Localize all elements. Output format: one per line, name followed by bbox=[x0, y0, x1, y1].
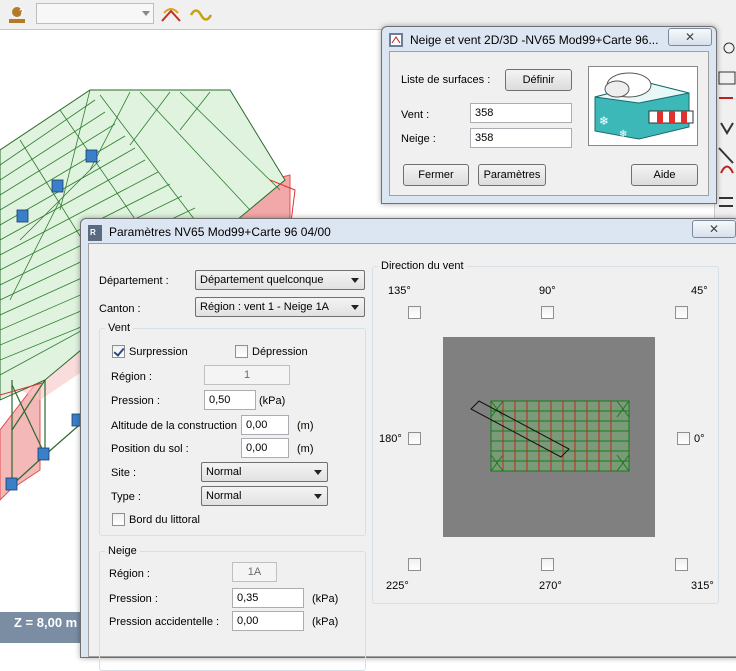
snow-pressure-field[interactable]: 0,35 bbox=[232, 588, 304, 608]
dir-315-checkbox[interactable] bbox=[675, 558, 688, 571]
dir-270-label: 270° bbox=[539, 580, 562, 592]
dir-135-checkbox[interactable] bbox=[408, 306, 421, 319]
surpression-checkbox[interactable] bbox=[112, 345, 125, 358]
chevron-down-icon bbox=[314, 494, 322, 499]
dir-270-checkbox[interactable] bbox=[541, 558, 554, 571]
window-body: Département : Département quelconque Can… bbox=[88, 243, 736, 671]
wind-region-field: 1 bbox=[204, 365, 290, 385]
snow-region-field: 1A bbox=[232, 562, 277, 582]
wind-load-icon[interactable] bbox=[188, 2, 214, 28]
wind-pressure-field[interactable]: 0,50 bbox=[204, 390, 256, 410]
chevron-down-icon bbox=[142, 11, 150, 16]
site-label: Site : bbox=[111, 467, 137, 479]
altitude-unit: (m) bbox=[297, 420, 314, 432]
zoom-readout: Z = 8,00 m bbox=[0, 612, 82, 643]
snow-pressure-unit: (kPa) bbox=[312, 593, 339, 605]
dir-180-label: 180° bbox=[379, 433, 402, 445]
wind-pressure-label: Pression : bbox=[111, 395, 160, 407]
ground-position-unit: (m) bbox=[297, 443, 314, 455]
dir-0-label: 0° bbox=[694, 433, 705, 445]
coast-checkbox[interactable] bbox=[112, 513, 125, 526]
depression-checkbox[interactable] bbox=[235, 345, 248, 358]
svg-text:❄: ❄ bbox=[619, 129, 627, 140]
right-tool-palette bbox=[714, 28, 736, 228]
dir-90-checkbox[interactable] bbox=[541, 306, 554, 319]
window-body: Liste de surfaces : Définir Vent : 358 N… bbox=[389, 51, 709, 196]
snow-load-icon[interactable] bbox=[158, 2, 184, 28]
close-button[interactable]: ✕ bbox=[692, 220, 736, 238]
site-select[interactable]: Normal bbox=[201, 462, 328, 482]
parameters-window: R Paramètres NV65 Mod99+Carte 96 04/00 ✕… bbox=[80, 218, 736, 671]
toolbar-combo[interactable] bbox=[36, 3, 154, 24]
wind-field[interactable]: 358 bbox=[470, 103, 572, 123]
wind-label: Vent : bbox=[401, 109, 430, 121]
department-label: Département : bbox=[99, 275, 169, 287]
snow-wind-window: Neige et vent 2D/3D -NV65 Mod99+Carte 96… bbox=[381, 26, 717, 204]
parameters-button[interactable]: Paramètres bbox=[478, 164, 546, 186]
type-select[interactable]: Normal bbox=[201, 486, 328, 506]
snow-label: Neige : bbox=[401, 133, 436, 145]
altitude-label: Altitude de la construction : bbox=[111, 420, 244, 432]
help-button[interactable]: Aide bbox=[631, 164, 698, 186]
chevron-down-icon bbox=[314, 470, 322, 475]
altitude-field[interactable]: 0,00 bbox=[241, 415, 289, 435]
canton-select[interactable]: Région : vent 1 - Neige 1A bbox=[195, 297, 365, 317]
wind-direction-preview bbox=[443, 337, 655, 537]
dir-315-label: 315° bbox=[691, 580, 714, 592]
dir-225-checkbox[interactable] bbox=[408, 558, 421, 571]
ground-position-label: Position du sol : bbox=[111, 443, 189, 455]
accidental-pressure-unit: (kPa) bbox=[312, 616, 339, 628]
user-help-icon[interactable]: ? bbox=[4, 2, 30, 28]
dir-180-checkbox[interactable] bbox=[408, 432, 421, 445]
snow-field[interactable]: 358 bbox=[470, 128, 572, 148]
chevron-down-icon bbox=[351, 278, 359, 283]
surpression-label: Surpression bbox=[129, 346, 188, 358]
surfaces-label: Liste de surfaces : bbox=[401, 74, 491, 86]
window-title: Paramètres NV65 Mod99+Carte 96 04/00 bbox=[109, 225, 331, 239]
ground-position-field[interactable]: 0,00 bbox=[241, 438, 289, 458]
chevron-down-icon bbox=[351, 305, 359, 310]
wind-region-label: Région : bbox=[111, 371, 152, 383]
snow-region-label: Région : bbox=[109, 568, 150, 580]
wind-pressure-unit: (kPa) bbox=[259, 395, 286, 407]
dir-90-label: 90° bbox=[539, 285, 556, 297]
snow-pressure-label: Pression : bbox=[109, 593, 158, 605]
wind-group-title: Vent bbox=[105, 322, 134, 334]
snow-group-title: Neige bbox=[105, 545, 140, 557]
wind-direction-title: Direction du vent bbox=[378, 260, 467, 272]
accidental-pressure-label: Pression accidentelle : bbox=[109, 616, 220, 628]
svg-text:❄: ❄ bbox=[599, 114, 609, 128]
canton-label: Canton : bbox=[99, 303, 141, 315]
close-window-button[interactable]: Fermer bbox=[403, 164, 469, 186]
dir-45-checkbox[interactable] bbox=[675, 306, 688, 319]
define-button[interactable]: Définir bbox=[505, 69, 572, 91]
type-label: Type : bbox=[111, 491, 141, 503]
close-button[interactable]: ✕ bbox=[668, 28, 712, 46]
snow-wind-illustration-icon: ❄ ❄ bbox=[588, 66, 698, 146]
svg-text:?: ? bbox=[19, 7, 25, 17]
dir-0-checkbox[interactable] bbox=[677, 432, 690, 445]
depression-label: Dépression bbox=[252, 346, 308, 358]
dir-225-label: 225° bbox=[386, 580, 409, 592]
dir-135-label: 135° bbox=[388, 285, 411, 297]
dir-45-label: 45° bbox=[691, 285, 708, 297]
accidental-pressure-field[interactable]: 0,00 bbox=[232, 611, 304, 631]
department-select[interactable]: Département quelconque bbox=[195, 270, 365, 290]
coast-label: Bord du littoral bbox=[129, 514, 200, 526]
window-title: Neige et vent 2D/3D -NV65 Mod99+Carte 96… bbox=[410, 33, 659, 47]
